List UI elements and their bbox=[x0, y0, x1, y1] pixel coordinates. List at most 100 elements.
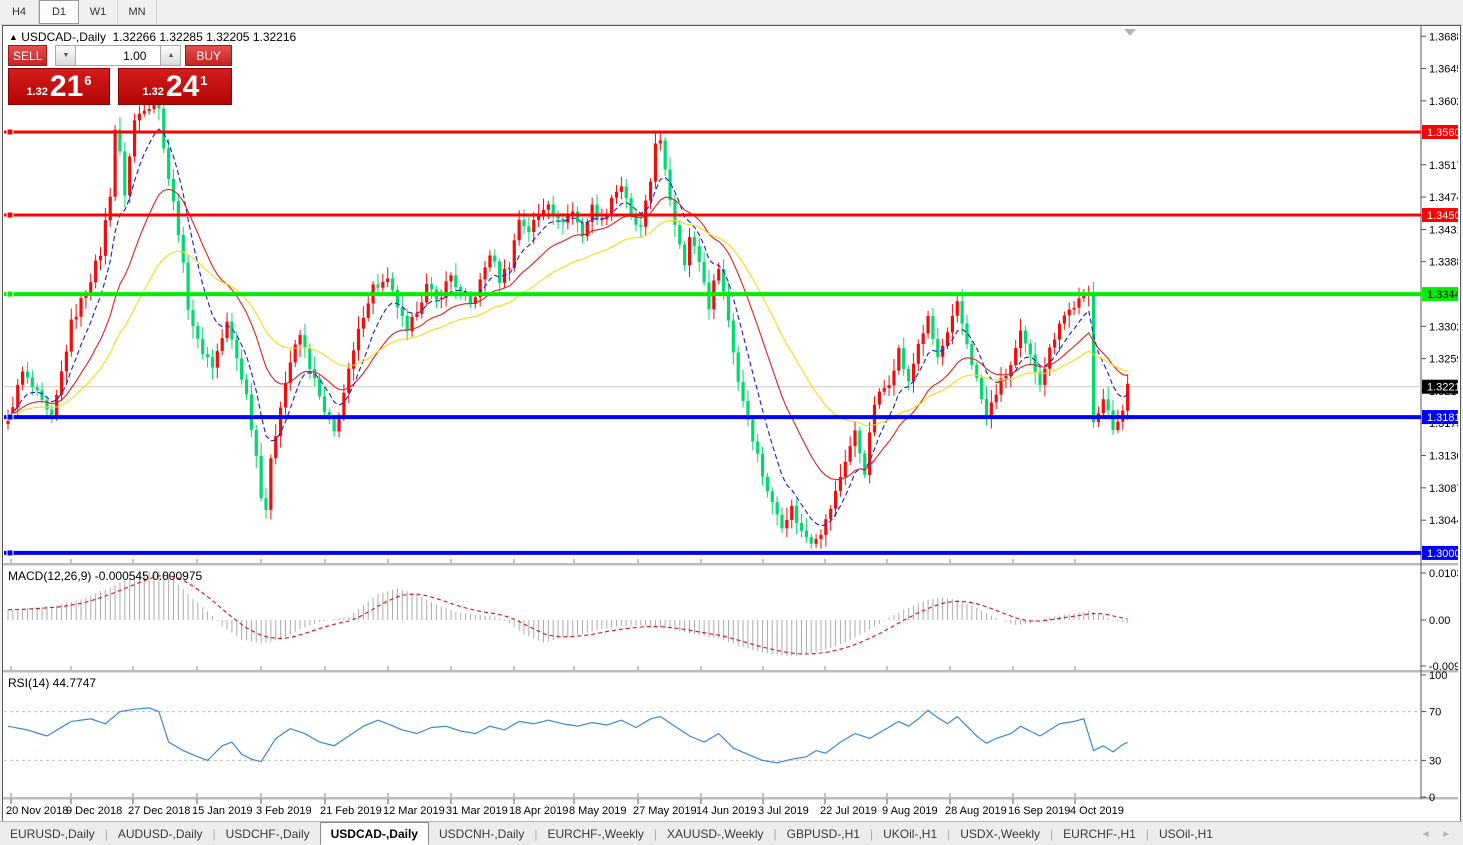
svg-text:30: 30 bbox=[1429, 755, 1441, 767]
chart-tab-ukoil-h1[interactable]: UKOil-,H1 bbox=[873, 822, 947, 845]
rsi-line bbox=[7, 707, 1128, 764]
volume-input[interactable]: 1.00 bbox=[76, 45, 161, 66]
chart-tab-usoil-h1[interactable]: USOil-,H1 bbox=[1149, 822, 1223, 845]
rsi-label: RSI(14) 44.7747 bbox=[8, 676, 97, 690]
moving-average-40 bbox=[7, 219, 1128, 427]
chart-window: 1.36880 1.36450 1.36020 1.35170 1.34740 1.343… bbox=[2, 25, 1461, 822]
svg-text:100: 100 bbox=[1429, 670, 1447, 682]
date-label: 9 Aug 2019 bbox=[882, 805, 938, 817]
svg-text:1.34501: 1.34501 bbox=[1427, 210, 1458, 222]
timeframe-toolbar: H4 D1 W1 MN bbox=[0, 0, 1463, 25]
date-label: 16 Sep 2019 bbox=[1008, 805, 1070, 817]
chart-tab-usdchf-daily[interactable]: USDCHF-,Daily bbox=[216, 822, 320, 845]
date-label: 27 May 2019 bbox=[633, 805, 697, 817]
ask-price-box[interactable]: 1.32 24 1 bbox=[118, 68, 232, 105]
ohlc-low: 1.32205 bbox=[206, 30, 250, 44]
level-handle[interactable] bbox=[6, 211, 14, 219]
macd-signal-value: 0.000975 bbox=[152, 569, 203, 583]
svg-text:70: 70 bbox=[1429, 707, 1441, 719]
svg-text:1.30870: 1.30870 bbox=[1429, 483, 1458, 495]
svg-text:1.31300: 1.31300 bbox=[1429, 451, 1458, 463]
spin-up-icon: ▲ bbox=[167, 52, 175, 59]
macd-label: MACD(12,26,9) -0.000545 0.000975 bbox=[8, 569, 203, 583]
svg-text:1.33449: 1.33449 bbox=[1427, 289, 1458, 301]
candlestick-series bbox=[6, 92, 1130, 549]
chart-tab-xauusd-weekly[interactable]: XAUUSD-,Weekly bbox=[657, 822, 773, 845]
buy-button[interactable]: BUY bbox=[185, 45, 232, 66]
timeframe-button-w1[interactable]: W1 bbox=[79, 0, 118, 24]
date-label: 14 Jun 2019 bbox=[696, 805, 757, 817]
macd-histogram bbox=[7, 570, 1129, 657]
chart-tab-eurchf-h1[interactable]: EURCHF-,H1 bbox=[1053, 822, 1146, 845]
chart-tab-gbpusd-h1[interactable]: GBPUSD-,H1 bbox=[777, 822, 870, 845]
timeframe-button-d1[interactable]: D1 bbox=[39, 0, 79, 24]
svg-text:1.36020: 1.36020 bbox=[1429, 96, 1458, 108]
scroll-to-end-icon[interactable] bbox=[1124, 29, 1136, 36]
date-label: 3 Jul 2019 bbox=[758, 805, 809, 817]
bid-price-prefix: 1.32 bbox=[26, 86, 48, 98]
date-label: 18 Apr 2019 bbox=[509, 805, 568, 817]
moving-average-20 bbox=[7, 188, 1128, 481]
date-label: 31 Mar 2019 bbox=[446, 805, 508, 817]
chart-tab-bar: EURUSD-,Daily | AUDUSD-,Daily | USDCHF-,Dail… bbox=[0, 821, 1463, 845]
collapse-icon[interactable]: ▲ bbox=[9, 32, 18, 42]
date-label: 20 Nov 2018 bbox=[6, 805, 68, 817]
chart-title: ▲ USDCAD-,Daily 1.32266 1.32285 1.32205 … bbox=[9, 30, 296, 44]
svg-text:0: 0 bbox=[1429, 792, 1435, 804]
svg-text:1.34740: 1.34740 bbox=[1429, 192, 1458, 204]
chart-tab-usdcnh-daily[interactable]: USDCNH-,Daily bbox=[429, 822, 534, 845]
svg-text:1.34310: 1.34310 bbox=[1429, 224, 1458, 236]
ohlc-close: 1.32216 bbox=[252, 30, 297, 44]
level-handle[interactable] bbox=[6, 413, 14, 421]
macd-main-value: -0.000545 bbox=[94, 569, 149, 583]
trading-terminal: H4D1W1MN 1.368801.364501.360201.351701.3… bbox=[0, 0, 1463, 845]
date-label: 28 Aug 2019 bbox=[945, 805, 1007, 817]
svg-text:1.33880: 1.33880 bbox=[1429, 257, 1458, 269]
chart-tab-usdx-weekly[interactable]: USDX-,Weekly bbox=[950, 822, 1050, 845]
ask-price-main: 24 bbox=[165, 70, 200, 103]
bid-price-pip: 6 bbox=[84, 73, 92, 88]
date-label: 27 Dec 2018 bbox=[128, 805, 190, 817]
svg-text:1.36450: 1.36450 bbox=[1429, 64, 1458, 76]
moving-average-8 bbox=[7, 128, 1128, 527]
date-label: 15 Jan 2019 bbox=[192, 805, 253, 817]
svg-text:1.32216: 1.32216 bbox=[1427, 382, 1458, 394]
timeframe-button-mn[interactable]: MN bbox=[118, 0, 157, 24]
ohlc-high: 1.32285 bbox=[159, 30, 203, 44]
svg-text:0.00: 0.00 bbox=[1429, 615, 1450, 627]
chart-canvas[interactable]: 1.36880 1.36450 1.36020 1.35170 1.34740 1.343… bbox=[3, 26, 1458, 819]
chart-tab-usdcad-daily[interactable]: USDCAD-,Daily bbox=[319, 822, 429, 845]
date-label: 4 Oct 2019 bbox=[1070, 805, 1124, 817]
bid-price-box[interactable]: 1.32 21 6 bbox=[8, 68, 110, 105]
svg-text:1.30440: 1.30440 bbox=[1429, 515, 1458, 527]
date-label: 3 Feb 2019 bbox=[256, 805, 312, 817]
svg-text:1.35170: 1.35170 bbox=[1429, 160, 1458, 172]
bid-price-main: 21 bbox=[49, 70, 84, 103]
ohlc-open: 1.32266 bbox=[112, 30, 157, 44]
ask-price-prefix: 1.32 bbox=[142, 86, 164, 98]
svg-text:1.30004: 1.30004 bbox=[1427, 548, 1458, 560]
svg-text:1.31812: 1.31812 bbox=[1427, 412, 1458, 424]
timeframe-button-h4[interactable]: H4 bbox=[0, 0, 39, 24]
chart-tab-eurchf-weekly[interactable]: EURCHF-,Weekly bbox=[537, 822, 653, 845]
sell-button[interactable]: SELL bbox=[8, 45, 48, 66]
date-label: 12 Mar 2019 bbox=[383, 805, 445, 817]
level-handle[interactable] bbox=[6, 128, 14, 136]
svg-text:0.010311: 0.010311 bbox=[1429, 568, 1458, 580]
date-label: 22 Jul 2019 bbox=[820, 805, 877, 817]
chart-tab-eurusd-daily[interactable]: EURUSD-,Daily bbox=[0, 822, 105, 845]
volume-decrease-button[interactable]: ▼ bbox=[55, 45, 77, 66]
volume-increase-button[interactable]: ▲ bbox=[160, 45, 182, 66]
svg-text:1.32590: 1.32590 bbox=[1429, 354, 1458, 366]
chart-tab-audusd-daily[interactable]: AUDUSD-,Daily bbox=[108, 822, 213, 845]
tab-scroll-arrows[interactable]: ◂ ▸ bbox=[1423, 822, 1463, 845]
date-label: 21 Feb 2019 bbox=[320, 805, 382, 817]
spin-down-icon: ▼ bbox=[62, 52, 70, 59]
macd-signal-line bbox=[8, 574, 1128, 655]
ask-price-pip: 1 bbox=[200, 73, 208, 88]
date-label: 9 Dec 2018 bbox=[66, 805, 122, 817]
one-click-trade-panel: SELL ▼ 1.00 ▲ BUY 1.32 21 6 1.32 24 1 bbox=[8, 45, 232, 105]
level-handle[interactable] bbox=[6, 549, 14, 557]
svg-text:1.35606: 1.35606 bbox=[1427, 127, 1458, 139]
level-handle[interactable] bbox=[6, 290, 14, 298]
